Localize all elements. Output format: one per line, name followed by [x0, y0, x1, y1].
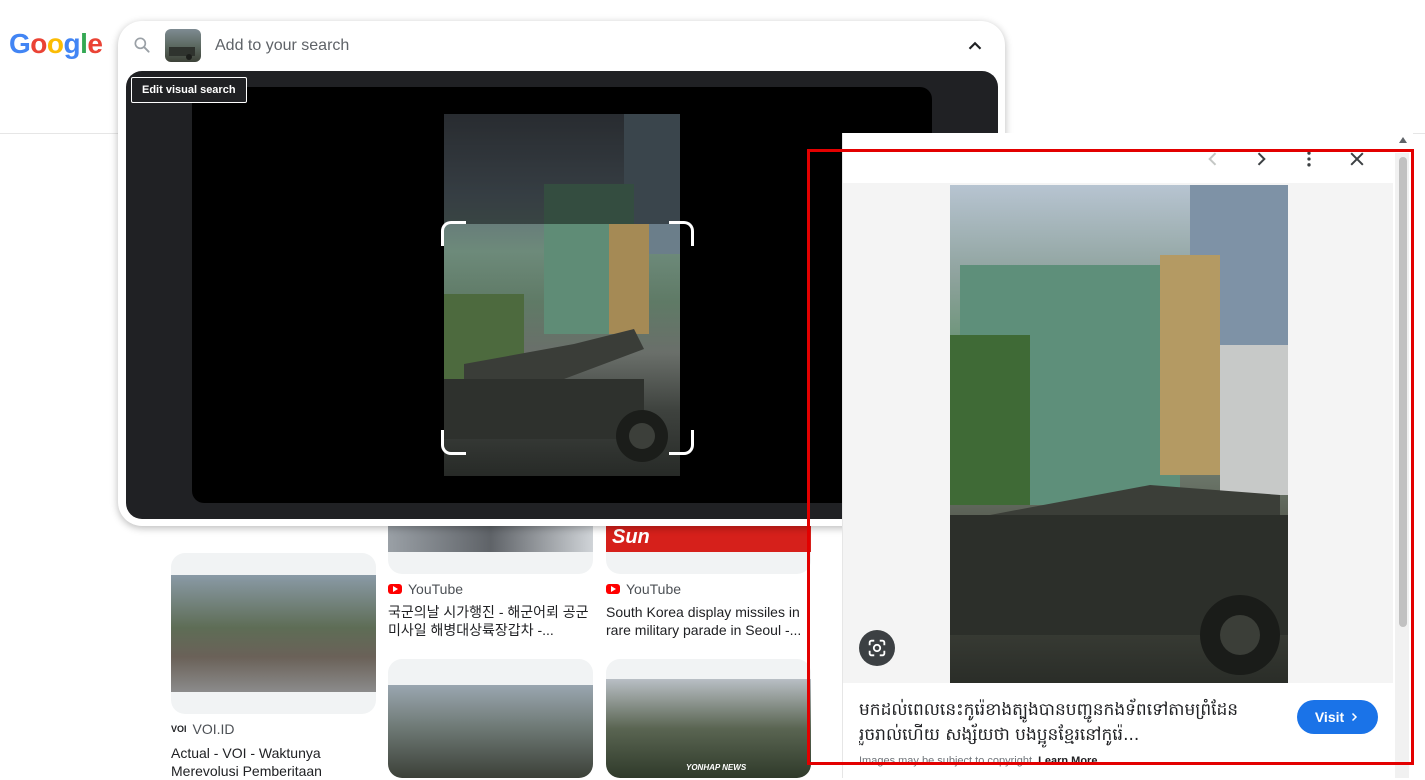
lens-icon	[868, 639, 886, 657]
search-icon	[134, 37, 150, 53]
crop-canvas: 文 A	[192, 87, 932, 503]
next-result-button[interactable]	[1249, 147, 1273, 171]
image-detail-panel: មកដល់ពេលនេះកូរ៉េខាងត្បូងបានបញ្ជូនកងទ័ពទៅ…	[842, 133, 1413, 778]
result-card-3[interactable]	[171, 553, 376, 714]
google-logo[interactable]: Google	[9, 28, 103, 60]
crop-handle-bottom-left[interactable]	[441, 430, 466, 455]
close-panel-button[interactable]	[1345, 147, 1369, 171]
detail-image[interactable]	[950, 185, 1288, 683]
result-source[interactable]: YouTube	[606, 581, 681, 597]
youtube-icon	[388, 584, 402, 594]
search-input[interactable]	[213, 34, 917, 58]
scroll-up-arrow-icon[interactable]	[1398, 135, 1408, 145]
visual-search-thumbnail[interactable]	[165, 29, 201, 62]
voi-logo-icon: VOI	[171, 724, 187, 734]
result-title[interactable]: Actual - VOI - Waktunya Merevolusi Pembe…	[171, 744, 361, 780]
result-title[interactable]: មកដល់ពេលនេះកូរ៉េខាងត្បូងបានបញ្ជូនកងទ័ពទៅ…	[859, 698, 1279, 748]
learn-more-link[interactable]: Learn More	[1038, 755, 1097, 767]
result-card-4[interactable]	[388, 659, 593, 778]
result-title[interactable]: 국군의날 시가행진 - 해군어뢰 공군미사일 해병대상륙장갑차 -...	[388, 603, 598, 639]
crop-mask	[444, 114, 680, 224]
crop-handle-top-right[interactable]	[669, 221, 694, 246]
edit-visual-search-tooltip: Edit visual search	[131, 77, 247, 103]
result-image	[171, 575, 376, 692]
crop-handle-bottom-right[interactable]	[669, 430, 694, 455]
chevron-right-icon	[1257, 152, 1266, 166]
chevron-up-icon[interactable]	[964, 35, 986, 57]
more-vert-icon	[1307, 151, 1311, 167]
result-source[interactable]: VOI VOI.ID	[171, 721, 235, 737]
result-title[interactable]: South Korea display missiles in rare mil…	[606, 603, 816, 639]
previous-result-button[interactable]	[1201, 147, 1225, 171]
result-source[interactable]: YouTube	[388, 581, 463, 597]
result-image	[388, 685, 593, 778]
close-icon	[1350, 152, 1364, 166]
search-bar	[118, 21, 1005, 69]
result-card-5[interactable]: YONHAP NEWS	[606, 659, 811, 778]
scrollbar-thumb[interactable]	[1399, 157, 1407, 627]
yonhap-watermark: YONHAP NEWS	[686, 763, 747, 772]
copyright-disclaimer: Images may be subject to copyright. Lear…	[859, 755, 1098, 767]
lens-search-button[interactable]	[859, 630, 895, 666]
crop-handle-top-left[interactable]	[441, 221, 466, 246]
sun-logo: Sun	[612, 526, 650, 548]
visit-button[interactable]: Visit	[1297, 700, 1378, 734]
chevron-right-icon	[1352, 712, 1358, 722]
more-options-button[interactable]	[1297, 147, 1321, 171]
detail-image-container	[843, 183, 1393, 683]
youtube-icon	[606, 584, 620, 594]
chevron-left-icon	[1208, 152, 1217, 166]
